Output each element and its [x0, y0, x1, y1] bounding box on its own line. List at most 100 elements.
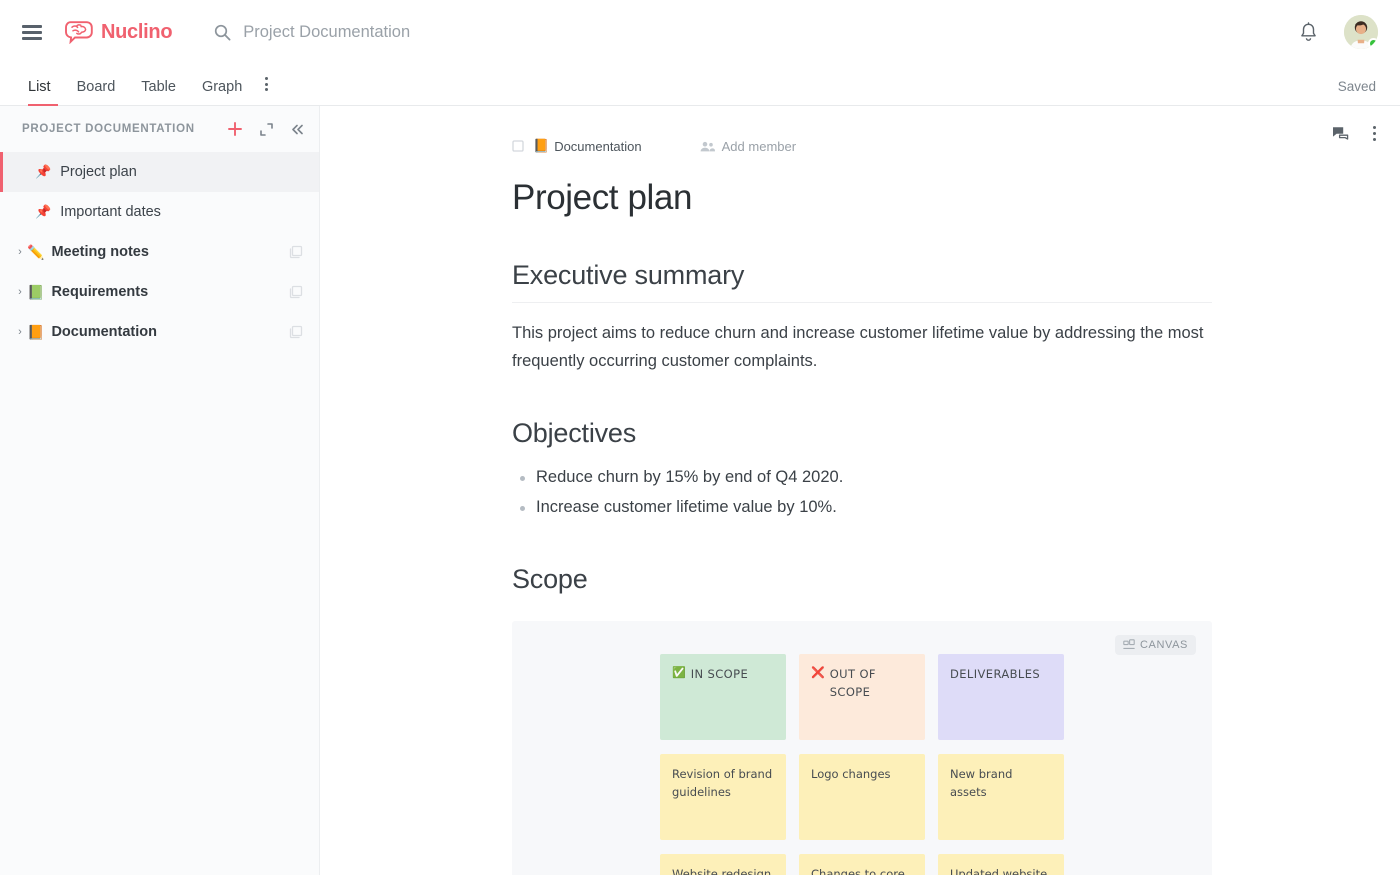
add-member-button[interactable]: Add member [700, 139, 796, 154]
sidebar-title: PROJECT DOCUMENTATION [22, 123, 227, 135]
sticky-note[interactable]: Revision of brand guidelines [660, 754, 786, 840]
comment-icon[interactable] [1332, 126, 1349, 142]
view-tabs: List Board Table Graph [22, 77, 278, 105]
sticky-note-out-of-scope[interactable]: ❌ OUT OF SCOPE [799, 654, 925, 740]
sidebar-item-meeting-notes[interactable]: › ✏️ Meeting notes [0, 232, 319, 272]
list-item: Reduce churn by 15% by end of Q4 2020. [512, 463, 1212, 492]
expand-arrows-icon[interactable] [259, 122, 274, 137]
sidebar-item-important-dates[interactable]: 📌 Important dates [0, 192, 319, 232]
list-item: Increase customer lifetime value by 10%. [512, 493, 1212, 522]
sticky-note[interactable]: New brand assets [938, 754, 1064, 840]
canvas-badge-label: CANVAS [1140, 639, 1188, 651]
breadcrumb-link[interactable]: Documentation [554, 139, 641, 154]
more-vertical-icon[interactable] [1371, 124, 1378, 143]
section-heading-objectives: Objectives [512, 418, 1212, 449]
sidebar-item-label: Important dates [60, 204, 161, 220]
document-tools [1332, 124, 1378, 143]
sticky-note-row: Website redesign exploration Changes to … [660, 854, 1064, 875]
sticky-note-title: DELIVERABLES [950, 666, 1040, 684]
sidebar-header: PROJECT DOCUMENTATION [0, 106, 319, 152]
sticky-note-row: Revision of brand guidelines Logo change… [660, 754, 1064, 840]
page-title[interactable]: Project plan [512, 179, 1212, 218]
cross-mark-emoji-icon: ❌ [811, 666, 825, 680]
online-status-dot [1368, 38, 1378, 49]
bell-icon[interactable] [1299, 22, 1318, 42]
duplicate-icon[interactable] [512, 140, 525, 153]
dot [265, 83, 268, 86]
pin-icon: 📌 [35, 164, 51, 180]
sticky-note-title: OUT OF SCOPE [830, 666, 913, 702]
tab-label: Graph [202, 79, 242, 95]
canvas-icon [1123, 639, 1135, 650]
dot [1373, 138, 1376, 141]
avatar[interactable] [1344, 15, 1378, 49]
sidebar: PROJECT DOCUMENTATION 📌 Project plan 📌 I… [0, 106, 320, 875]
collection-stack-icon [289, 325, 303, 339]
hamburger-line [22, 25, 42, 28]
brain-speech-bubble-icon [64, 20, 94, 44]
dot [1373, 126, 1376, 129]
search-input[interactable] [243, 23, 843, 42]
sticky-note-header-row: ✅ IN SCOPE ❌ OUT OF SCOPE DELIVERABLES [660, 654, 1064, 740]
collection-stack-icon [289, 245, 303, 259]
pin-icon: 📌 [35, 204, 51, 220]
collection-stack-icon [289, 285, 303, 299]
dot [265, 77, 268, 80]
document-pane: 📙 Documentation Add member Project plan … [320, 106, 1400, 875]
brand-name: Nuclino [101, 21, 172, 44]
tab-label: Table [141, 79, 176, 95]
tab-label: List [28, 79, 51, 95]
chevron-right-icon[interactable]: › [14, 286, 26, 298]
tab-graph[interactable]: Graph [189, 79, 255, 105]
breadcrumb: 📙 Documentation Add member [512, 136, 1212, 156]
sticky-note-in-scope[interactable]: ✅ IN SCOPE [660, 654, 786, 740]
tab-table[interactable]: Table [128, 79, 189, 105]
tab-label: Board [77, 79, 116, 95]
green-book-emoji-icon: 📗 [27, 284, 44, 301]
search-icon [214, 24, 231, 41]
orange-book-emoji-icon: 📙 [533, 138, 549, 154]
search-bar[interactable] [214, 23, 1299, 42]
sidebar-item-requirements[interactable]: › 📗 Requirements [0, 272, 319, 312]
plus-icon[interactable] [227, 121, 243, 137]
double-chevron-left-icon[interactable] [290, 122, 305, 137]
sidebar-actions [227, 121, 305, 137]
tab-list[interactable]: List [22, 79, 64, 105]
sticky-note[interactable]: Website redesign exploration [660, 854, 786, 875]
scope-canvas[interactable]: CANVAS ✅ IN SCOPE ❌ OUT OF SCOPE DELIVER… [512, 621, 1212, 875]
chevron-right-icon[interactable]: › [14, 326, 26, 338]
sidebar-item-label: Meeting notes [51, 244, 148, 260]
save-status-label: Saved [1338, 79, 1376, 94]
sidebar-item-label: Documentation [51, 324, 157, 340]
sticky-note[interactable]: Logo changes [799, 754, 925, 840]
sidebar-item-label: Requirements [51, 284, 148, 300]
sidebar-item-label: Project plan [60, 164, 137, 180]
section-heading-scope: Scope [512, 564, 1212, 595]
tab-board[interactable]: Board [64, 79, 129, 105]
add-member-label: Add member [722, 139, 796, 154]
check-mark-emoji-icon: ✅ [672, 666, 686, 680]
orange-book-emoji-icon: 📙 [27, 324, 44, 341]
more-vertical-icon[interactable] [255, 77, 278, 105]
top-bar-actions [1299, 15, 1378, 49]
executive-summary-paragraph: This project aims to reduce churn and in… [512, 319, 1212, 377]
sticky-note-title: IN SCOPE [691, 666, 748, 684]
top-bar: Nuclino [0, 0, 1400, 64]
objectives-list: Reduce churn by 15% by end of Q4 2020. I… [512, 463, 1212, 522]
hamburger-line [22, 37, 42, 40]
sticky-note[interactable]: Updated website [938, 854, 1064, 875]
brand-logo[interactable]: Nuclino [64, 20, 172, 44]
sidebar-item-documentation[interactable]: › 📙 Documentation [0, 312, 319, 352]
sidebar-item-project-plan[interactable]: 📌 Project plan [0, 152, 319, 192]
sticky-note-grid: ✅ IN SCOPE ❌ OUT OF SCOPE DELIVERABLES R… [660, 654, 1064, 875]
sticky-note[interactable]: Changes to core brand values [799, 854, 925, 875]
chevron-right-icon[interactable]: › [14, 246, 26, 258]
hamburger-line [22, 31, 42, 34]
pencil-emoji-icon: ✏️ [27, 244, 44, 261]
sticky-note-deliverables[interactable]: DELIVERABLES [938, 654, 1064, 740]
dot [265, 88, 268, 91]
canvas-badge: CANVAS [1115, 635, 1196, 655]
people-icon [700, 141, 715, 152]
hamburger-menu-icon[interactable] [22, 25, 42, 40]
document-content: 📙 Documentation Add member Project plan … [512, 106, 1212, 875]
